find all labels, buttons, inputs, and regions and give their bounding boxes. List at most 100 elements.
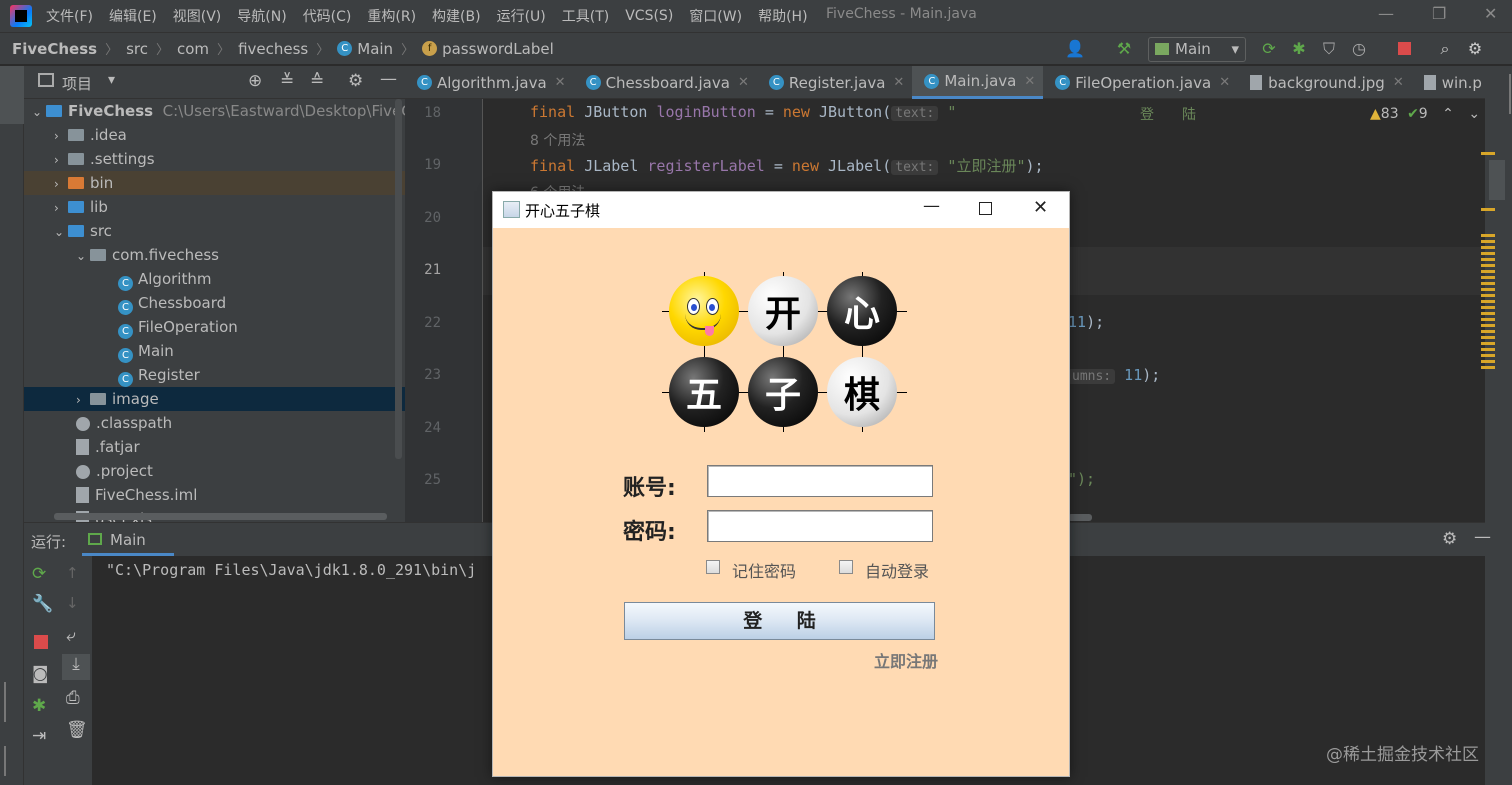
tab-main[interactable]: C Main.java ✕ <box>912 66 1044 99</box>
tree-item-classpath[interactable]: .classpath <box>24 411 405 435</box>
menu-file[interactable]: 文件(F) <box>46 6 93 26</box>
notifications-tool-button[interactable] <box>1485 74 1511 114</box>
minimize-icon[interactable]: — <box>923 196 940 216</box>
tab-algorithm[interactable]: C Algorithm.java ✕ <box>405 66 574 99</box>
minimize-icon[interactable]: — <box>1378 4 1394 23</box>
vertical-scrollbar[interactable] <box>395 99 402 459</box>
menu-tools[interactable]: 工具(T) <box>562 6 609 26</box>
run-tab-main[interactable]: Main <box>82 523 174 556</box>
close-icon[interactable]: ✕ <box>738 75 749 90</box>
chevron-up-icon[interactable]: ⌃ <box>1442 106 1454 122</box>
editor-horizontal-scrollbar[interactable] <box>1068 514 1092 521</box>
tree-item-src[interactable]: ⌄ src <box>24 219 405 243</box>
tree-item-main[interactable]: C Main <box>24 339 405 363</box>
tab-chessboard[interactable]: C Chessboard.java ✕ <box>574 66 757 99</box>
remember-password-checkbox[interactable] <box>706 560 720 574</box>
settings-gear-icon[interactable]: ⚙ <box>1442 529 1457 549</box>
rerun-icon[interactable]: ⟳ <box>32 564 46 584</box>
tree-item-algorithm[interactable]: C Algorithm <box>24 267 405 291</box>
breadcrumb-src[interactable]: src <box>126 40 148 58</box>
run-configuration-select[interactable]: Main ▾ <box>1148 37 1246 62</box>
tree-item-bin[interactable]: › bin <box>24 171 405 195</box>
dialog-title-bar[interactable]: 开心五子棋 — ✕ <box>493 192 1069 228</box>
debug-bug-icon[interactable]: ✱ <box>32 696 46 716</box>
build-hammer-icon[interactable]: ⚒ <box>1113 38 1135 60</box>
tree-item-fatjar[interactable]: .fatjar <box>24 435 405 459</box>
menu-view[interactable]: 视图(V) <box>173 6 222 26</box>
arrow-up-icon[interactable]: ↑ <box>66 564 79 582</box>
breadcrumb-main[interactable]: Main <box>357 40 393 58</box>
bookmarks-tool-button[interactable] <box>4 746 20 776</box>
trash-icon[interactable]: 🗑 <box>66 720 88 740</box>
stop-icon[interactable] <box>1398 42 1411 55</box>
wrench-icon[interactable]: 🔧 <box>32 594 53 614</box>
arrow-down-icon[interactable]: ↓ <box>66 594 79 612</box>
breadcrumb-project[interactable]: FiveChess <box>12 40 97 58</box>
menu-window[interactable]: 窗口(W) <box>689 6 742 26</box>
tab-fileoperation[interactable]: C FileOperation.java ✕ <box>1043 66 1238 99</box>
breadcrumb-password-label[interactable]: passwordLabel <box>442 40 554 58</box>
warning-markers[interactable] <box>1481 234 1495 369</box>
chevron-down-icon[interactable]: ▾ <box>108 72 115 88</box>
warning-marker[interactable] <box>1481 208 1495 211</box>
breadcrumb-fivechess[interactable]: fivechess <box>238 40 308 58</box>
tree-item-register[interactable]: C Register <box>24 363 405 387</box>
expand-all-icon[interactable]: ≚ <box>280 71 294 91</box>
tree-item-idea[interactable]: › .idea <box>24 123 405 147</box>
error-stripe-scroll[interactable] <box>1489 160 1505 200</box>
close-icon[interactable]: ✕ <box>1219 75 1230 90</box>
structure-tool-button[interactable] <box>4 682 20 722</box>
menu-build[interactable]: 构建(B) <box>432 6 481 26</box>
tree-item-settings[interactable]: › .settings <box>24 147 405 171</box>
password-input[interactable] <box>707 510 933 542</box>
tab-register[interactable]: C Register.java ✕ <box>757 66 912 99</box>
close-icon[interactable]: ✕ <box>1024 74 1035 89</box>
horizontal-scrollbar[interactable] <box>54 513 387 520</box>
coverage-shield-icon[interactable]: ⛉ <box>1318 38 1340 60</box>
tree-item-iml[interactable]: FiveChess.iml <box>24 483 405 507</box>
chevron-down-icon[interactable]: ⌄ <box>1468 106 1480 122</box>
close-icon[interactable]: ✕ <box>1033 197 1048 218</box>
tree-item-project[interactable]: .project <box>24 459 405 483</box>
hide-icon[interactable]: — <box>1474 527 1491 547</box>
close-icon[interactable]: ✕ <box>1484 4 1497 23</box>
menu-vcs[interactable]: VCS(S) <box>625 8 673 24</box>
camera-icon[interactable]: ◙ <box>32 664 49 684</box>
search-icon[interactable]: ⌕ <box>1434 38 1456 60</box>
collapse-all-icon[interactable]: ≙ <box>310 71 324 91</box>
tab-background-jpg[interactable]: background.jpg ✕ <box>1238 66 1412 99</box>
tree-item-root[interactable]: ⌄ FiveChess C:\Users\Eastward\Desktop\Fiv… <box>24 99 405 123</box>
menu-navigate[interactable]: 导航(N) <box>237 6 286 26</box>
close-icon[interactable]: ✕ <box>555 75 566 90</box>
profile-icon[interactable]: ◷ <box>1348 38 1370 60</box>
settings-gear-icon[interactable]: ⚙ <box>348 71 363 91</box>
menu-edit[interactable]: 编辑(E) <box>109 6 157 26</box>
menu-help[interactable]: 帮助(H) <box>758 6 807 26</box>
tree-item-image[interactable]: › image <box>24 387 405 411</box>
user-icon[interactable]: 👤 <box>1064 38 1086 60</box>
tree-item-package[interactable]: ⌄ com.fivechess <box>24 243 405 267</box>
tree-item-fileoperation[interactable]: C FileOperation <box>24 315 405 339</box>
tree-item-lib[interactable]: › lib <box>24 195 405 219</box>
print-icon[interactable]: ⎙ <box>66 688 80 708</box>
menu-refactor[interactable]: 重构(R) <box>367 6 416 26</box>
inspection-widget[interactable]: ▲83 ✔9 ⌃ ⌄ <box>1370 106 1480 122</box>
exit-icon[interactable]: ⇥ <box>32 726 46 746</box>
usage-count[interactable]: 8 个用法 <box>530 130 585 150</box>
login-button[interactable]: 登 陆 <box>624 602 935 640</box>
soft-wrap-icon[interactable]: ⤶ <box>66 626 76 646</box>
warning-marker[interactable] <box>1481 152 1495 155</box>
project-panel-title[interactable]: 项目 <box>62 73 92 94</box>
settings-gear-icon[interactable]: ⚙ <box>1464 38 1486 60</box>
close-icon[interactable]: ✕ <box>893 75 904 90</box>
menu-run[interactable]: 运行(U) <box>497 6 546 26</box>
auto-login-checkbox[interactable] <box>839 560 853 574</box>
scroll-to-end-icon[interactable]: ⤓ <box>62 654 90 680</box>
hide-icon[interactable]: — <box>380 69 397 89</box>
breadcrumb-com[interactable]: com <box>177 40 209 58</box>
register-link[interactable]: 立即注册 <box>874 648 938 672</box>
stop-icon[interactable] <box>34 635 48 649</box>
rerun-icon[interactable]: ⟳ <box>1258 38 1280 60</box>
maximize-icon[interactable] <box>979 202 992 215</box>
account-input[interactable] <box>707 465 933 497</box>
